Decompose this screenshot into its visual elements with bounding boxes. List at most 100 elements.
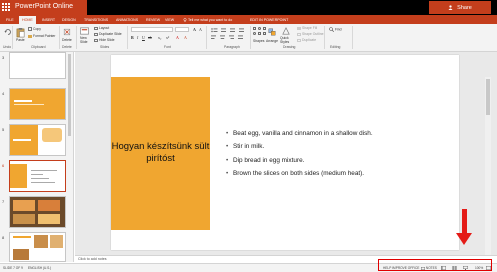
delete-button[interactable]: Delete bbox=[62, 38, 72, 42]
thumbnails-scrollbar[interactable] bbox=[68, 54, 71, 136]
slide-number: 8 bbox=[2, 235, 5, 240]
delete-group-label: Delete bbox=[62, 45, 72, 49]
ribbon-divider bbox=[59, 26, 60, 49]
slide-scrollbar-thumb[interactable] bbox=[486, 79, 490, 115]
slide-thumbnail-selected[interactable] bbox=[9, 160, 66, 192]
tab-file[interactable]: FILE bbox=[6, 16, 14, 24]
arrange-button[interactable]: Arrange bbox=[266, 39, 278, 43]
underline-icon[interactable]: U bbox=[142, 35, 145, 40]
slide-thumbnail[interactable] bbox=[9, 232, 66, 262]
slide-number: 3 bbox=[2, 55, 5, 60]
layout-icon bbox=[94, 26, 98, 30]
ribbon: Undo Paste Copy Format Painter Clipboard… bbox=[0, 24, 497, 52]
language-indicator[interactable]: ENGLISH (U.S.) bbox=[28, 266, 51, 270]
annotation-arrow-shaft bbox=[462, 209, 467, 234]
shape-outline-label: Shape Outline bbox=[302, 32, 324, 36]
slide-number: 7 bbox=[2, 199, 5, 204]
tab-design[interactable]: DESIGN bbox=[62, 16, 76, 24]
shapes-button[interactable]: Shapes bbox=[253, 39, 265, 43]
alignment-icon[interactable] bbox=[211, 35, 245, 40]
undo-icon[interactable] bbox=[4, 28, 12, 36]
annotation-arrow-head bbox=[456, 233, 472, 245]
arrange-icon[interactable] bbox=[268, 28, 276, 36]
bullet-item: Beat egg, vanilla and cinnamon in a shal… bbox=[226, 127, 373, 141]
tab-home[interactable]: HOME bbox=[19, 16, 36, 24]
slide-canvas[interactable]: Hogyan készítsünk sült pirítóst Beat egg… bbox=[111, 55, 459, 250]
share-button[interactable]: Share bbox=[429, 1, 491, 14]
quick-styles-button[interactable]: Quick Styles bbox=[280, 36, 292, 44]
ribbon-divider bbox=[324, 26, 325, 49]
ribbon-divider bbox=[76, 26, 77, 49]
slide-number: 4 bbox=[2, 91, 5, 96]
lightbulb-icon bbox=[183, 18, 187, 22]
bullet-item: Dip bread in egg mixture. bbox=[226, 154, 373, 168]
grow-font-icon[interactable]: A bbox=[193, 27, 196, 32]
find-label: Find bbox=[334, 27, 342, 32]
slide-title[interactable]: Hogyan készítsünk sült pirítóst bbox=[111, 141, 210, 165]
duplicate-button[interactable]: Duplicate bbox=[297, 38, 316, 42]
tell-me-box[interactable]: Tell me what you want to do bbox=[183, 16, 232, 24]
slides-group-label: Slides bbox=[100, 45, 110, 49]
layout-label: Layout bbox=[99, 26, 110, 30]
paragraph-group-label: Paragraph bbox=[224, 45, 240, 49]
font-color-icon[interactable]: A bbox=[184, 35, 187, 40]
font-name-dropdown[interactable] bbox=[131, 27, 173, 32]
new-slide-button[interactable]: New Slide bbox=[80, 36, 92, 44]
font-size-dropdown[interactable] bbox=[175, 27, 189, 32]
highlight-color-icon[interactable]: A bbox=[176, 35, 179, 40]
app-launcher-icon[interactable] bbox=[2, 3, 11, 12]
title-bar: PowerPoint Online Share bbox=[0, 0, 497, 15]
superscript-icon[interactable]: x² bbox=[166, 35, 169, 40]
copy-button[interactable]: Copy bbox=[28, 27, 41, 32]
ribbon-divider bbox=[250, 26, 251, 49]
pen-icon bbox=[297, 32, 301, 36]
shape-fill-button[interactable]: Shape Fill bbox=[297, 26, 317, 30]
paste-icon[interactable] bbox=[16, 27, 25, 38]
format-painter-label: Format Painter bbox=[33, 34, 56, 38]
bold-icon[interactable]: B bbox=[131, 35, 134, 40]
duplicate-icon bbox=[297, 38, 301, 42]
slide-number: 6 bbox=[2, 163, 5, 168]
editing-group-label: Editing bbox=[330, 45, 341, 49]
bullet-item: Stir in milk. bbox=[226, 140, 373, 154]
slide-number: 5 bbox=[2, 127, 5, 132]
duplicate-slide-button[interactable]: Duplicate Slide bbox=[94, 32, 122, 36]
annotation-highlight-box bbox=[378, 259, 492, 271]
slide-thumbnails-pane[interactable] bbox=[0, 52, 74, 262]
tab-review[interactable]: REVIEW bbox=[146, 16, 160, 24]
subscript-icon[interactable]: x₂ bbox=[158, 35, 161, 40]
bullet-list[interactable]: Beat egg, vanilla and cinnamon in a shal… bbox=[226, 127, 373, 180]
copy-icon bbox=[28, 27, 32, 32]
paste-button[interactable]: Paste bbox=[16, 38, 25, 42]
ribbon-divider bbox=[206, 26, 207, 49]
bullet-item: Brown the slices on both sides (medium h… bbox=[226, 167, 373, 181]
hide-slide-label: Hide Slide bbox=[99, 38, 115, 42]
ribbon-divider bbox=[127, 26, 128, 49]
shrink-font-icon[interactable]: A bbox=[199, 27, 202, 32]
shape-outline-button[interactable]: Shape Outline bbox=[297, 32, 324, 36]
slide-thumbnail[interactable] bbox=[9, 88, 66, 120]
ribbon-divider bbox=[12, 26, 13, 49]
format-painter-button[interactable]: Format Painter bbox=[28, 34, 55, 38]
tab-animations[interactable]: ANIMATIONS bbox=[116, 16, 138, 24]
app-title: PowerPoint Online bbox=[15, 3, 73, 10]
hide-slide-button[interactable]: Hide Slide bbox=[94, 38, 114, 42]
list-controls-icon[interactable] bbox=[211, 28, 245, 33]
ribbon-tabs: FILE HOME INSERT DESIGN TRANSITIONS ANIM… bbox=[0, 15, 497, 24]
tab-transitions[interactable]: TRANSITIONS bbox=[84, 16, 108, 24]
clipboard-group-label: Clipboard bbox=[31, 45, 46, 49]
quick-styles-icon[interactable] bbox=[282, 27, 290, 35]
edit-in-powerpoint-button[interactable]: EDIT IN POWERPOINT bbox=[250, 16, 288, 24]
delete-slide-icon[interactable] bbox=[63, 28, 71, 36]
tab-insert[interactable]: INSERT bbox=[42, 16, 55, 24]
find-button[interactable]: Find bbox=[329, 27, 342, 32]
layout-button[interactable]: Layout bbox=[94, 26, 109, 30]
slide-thumbnail[interactable] bbox=[9, 124, 66, 156]
tab-view[interactable]: VIEW bbox=[165, 16, 174, 24]
new-slide-icon[interactable] bbox=[80, 27, 89, 35]
slide-thumbnail[interactable] bbox=[9, 52, 66, 79]
strikethrough-icon[interactable]: ab bbox=[148, 35, 152, 40]
paintbrush-icon bbox=[28, 34, 32, 38]
italic-icon[interactable]: I bbox=[137, 35, 138, 40]
slide-thumbnail[interactable] bbox=[9, 196, 66, 228]
